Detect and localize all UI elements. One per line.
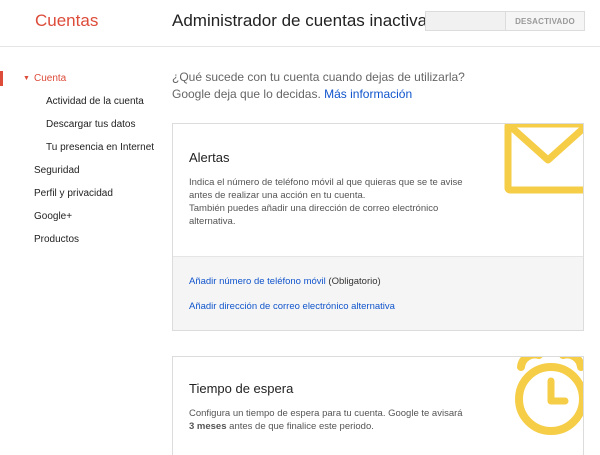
sidebar-item-label: Perfil y privacidad (34, 188, 113, 199)
timeout-description: Configura un tiempo de espera para tu cu… (189, 407, 469, 433)
alerts-desc-line2: También puedes añadir una dirección de c… (189, 203, 439, 227)
sidebar-item-label: Tu presencia en Internet (46, 142, 155, 153)
timeout-desc-bold: 3 meses (189, 421, 227, 432)
intro-question: ¿Qué sucede con tu cuenta cuando dejas d… (172, 70, 465, 84)
sidebar-nav: ▼ Cuenta Actividad de la cuenta Descarga… (0, 70, 160, 254)
add-phone-link[interactable]: Añadir número de teléfono móvil (Obligat… (189, 276, 381, 287)
intro-answer-text: Google deja que lo decidas. (172, 87, 321, 101)
add-email-link[interactable]: Añadir dirección de correo electrónico a… (189, 301, 395, 312)
toggle-track[interactable] (426, 12, 506, 30)
sidebar-item-label: Google+ (34, 211, 73, 222)
sidebar-item-label: Actividad de la cuenta (46, 96, 144, 107)
sidebar-item-label: Productos (34, 234, 80, 245)
sidebar-item-label: Cuenta (34, 73, 67, 84)
required-label: (Obligatorio) (328, 276, 381, 287)
envelope-icon (504, 124, 583, 194)
intro-answer: Google deja que lo decidas. Más informac… (172, 86, 472, 103)
sidebar-item-googleplus[interactable]: Google+ (0, 208, 160, 231)
sidebar-item-productos[interactable]: Productos (0, 231, 160, 254)
timeout-desc-before: Configura un tiempo de espera para tu cu… (189, 408, 463, 419)
timeout-title: Tiempo de espera (189, 381, 294, 396)
sidebar-item-seguridad[interactable]: Seguridad (0, 162, 160, 185)
sidebar-item-cuenta[interactable]: ▼ Cuenta (0, 70, 160, 93)
inactive-account-toggle[interactable]: DESACTIVADO (425, 11, 585, 31)
add-phone-label: Añadir número de teléfono móvil (189, 276, 326, 287)
page-title: Administrador de cuentas inactivas (172, 11, 436, 30)
brand-title[interactable]: Cuentas (35, 11, 98, 31)
sidebar-item-label: Descargar tus datos (46, 119, 136, 130)
toggle-label: DESACTIVADO (515, 16, 575, 26)
header-divider (0, 46, 600, 47)
more-info-link[interactable]: Más información (324, 87, 412, 101)
sidebar-item-perfil[interactable]: Perfil y privacidad (0, 185, 160, 208)
alerts-description: Indica el número de teléfono móvil al qu… (189, 176, 469, 228)
alarm-clock-icon (515, 357, 583, 435)
intro-text: ¿Qué sucede con tu cuenta cuando dejas d… (172, 69, 472, 103)
alerts-desc-line1: Indica el número de teléfono móvil al qu… (189, 177, 463, 201)
sidebar-item-actividad[interactable]: Actividad de la cuenta (0, 93, 160, 116)
timeout-desc-after: antes de que finalice este periodo. (226, 421, 374, 432)
sidebar-item-descargar[interactable]: Descargar tus datos (0, 116, 160, 139)
caret-down-icon: ▼ (23, 75, 30, 82)
timeout-card: Tiempo de espera Configura un tiempo de … (172, 356, 584, 455)
alerts-card: Alertas Indica el número de teléfono móv… (172, 123, 584, 331)
sidebar-item-presencia[interactable]: Tu presencia en Internet (0, 139, 160, 162)
alerts-title: Alertas (189, 150, 230, 165)
alerts-actions: Añadir número de teléfono móvil (Obligat… (173, 256, 583, 330)
sidebar-item-label: Seguridad (34, 165, 80, 176)
